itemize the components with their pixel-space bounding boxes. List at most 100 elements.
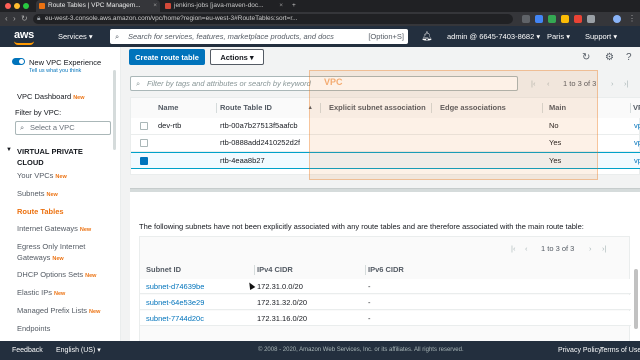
account-menu[interactable]: admin @ 6645-7403-8682 ▾: [447, 26, 540, 47]
back-icon[interactable]: ‹: [5, 12, 8, 26]
next-page-icon[interactable]: ›: [589, 241, 592, 256]
filter-by-vpc-label: Filter by VPC:: [15, 108, 62, 117]
sidebar-item-label: VPC Dashboard: [17, 92, 72, 101]
url-field[interactable]: 🔒︎ eu-west-3.console.aws.amazon.com/vpc/…: [33, 14, 513, 24]
section-heading-vpc[interactable]: VIRTUAL PRIVATE CLOUD: [17, 146, 97, 168]
cell-ipv4-cidr: 172.31.0.0/20: [257, 282, 303, 291]
privacy-policy-link[interactable]: Privacy Policy: [558, 341, 602, 360]
table-row: subnet-d74639be 172.31.0.0/20 -: [140, 279, 631, 294]
sidebar-item-vpc-dashboard[interactable]: VPC Dashboard New: [17, 92, 85, 101]
star-icon[interactable]: [522, 15, 530, 23]
terms-of-use-link[interactable]: Terms of Use: [600, 341, 640, 360]
cell-subnet-id-link[interactable]: subnet-d74639be: [146, 279, 204, 295]
new-vpc-experience-toggle[interactable]: [12, 58, 25, 65]
url-text: eu-west-3.console.aws.amazon.com/vpc/hom…: [45, 15, 298, 22]
region-menu[interactable]: Paris ▾: [547, 26, 570, 47]
tab-title: Route Tables | VPC Managem...: [48, 2, 141, 9]
new-badge: New: [46, 192, 58, 198]
sidebar-item-label: Subnets: [17, 189, 45, 198]
next-page-icon[interactable]: ›: [611, 76, 614, 91]
language-menu[interactable]: English (US) ▾: [56, 341, 101, 360]
close-tab-icon[interactable]: ×: [279, 0, 283, 12]
jenkins-favicon-icon: [165, 3, 171, 9]
cell-subnet-id-link[interactable]: subnet-7744d20c: [146, 311, 204, 327]
sidebar-item-route-tables[interactable]: Route Tables: [17, 207, 64, 216]
create-route-table-button[interactable]: Create route table: [129, 49, 205, 65]
lock-icon: 🔒︎: [37, 15, 41, 22]
tab-title: jenkins-jobs [java-maven-doc...: [174, 2, 264, 9]
first-page-icon[interactable]: |‹: [511, 241, 515, 256]
reload-icon[interactable]: ↻: [21, 12, 28, 26]
services-menu[interactable]: Services ▾: [58, 26, 93, 47]
search-placeholder: Search for services, features, marketpla…: [128, 32, 334, 41]
sidebar-scrollbar[interactable]: [113, 70, 116, 150]
maximize-window-icon[interactable]: [23, 3, 29, 9]
refresh-icon[interactable]: ↻: [582, 52, 590, 63]
column-header-ipv4-cidr[interactable]: IPv4 CIDR: [257, 261, 368, 279]
sidebar-item-managed-prefix-lists[interactable]: Managed Prefix Lists New: [17, 306, 100, 315]
sidebar-item-elastic-ips[interactable]: Elastic IPs New: [17, 288, 65, 297]
forward-icon[interactable]: ›: [13, 12, 16, 26]
extension-icon[interactable]: [535, 15, 543, 23]
extension-icon[interactable]: [587, 15, 595, 23]
main-scrollbar[interactable]: [634, 269, 638, 329]
minimize-window-icon[interactable]: [14, 3, 20, 9]
account-label: admin @ 6645-7403-8682: [447, 32, 535, 41]
browser-address-bar: ‹ › ↻ 🔒︎ eu-west-3.console.aws.amazon.co…: [0, 12, 640, 26]
last-page-icon[interactable]: ›|: [602, 241, 606, 256]
feedback-link[interactable]: Tell us what you think: [29, 68, 81, 74]
cell-vpc-link[interactable]: vp: [634, 118, 640, 134]
header-label: Route Table ID: [220, 103, 272, 112]
aws-logo-text: aws: [14, 29, 34, 41]
notifications-bell-icon[interactable]: 🔔︎: [421, 26, 432, 47]
previous-page-icon[interactable]: ‹: [525, 241, 528, 256]
sidebar-item-endpoints[interactable]: Endpoints: [17, 324, 50, 333]
collapse-section-icon[interactable]: ▼: [6, 147, 12, 153]
sidebar-item-internet-gateways[interactable]: Internet Gateways New: [17, 224, 91, 233]
column-header-ipv6-cidr[interactable]: IPv6 CIDR: [368, 261, 479, 279]
close-window-icon[interactable]: [5, 3, 11, 9]
cell-vpc-link[interactable]: vp: [634, 135, 640, 151]
new-badge: New: [55, 174, 67, 180]
sidebar-item-egress-only-internet-gateways[interactable]: Egress Only Internet Gateways New: [17, 241, 107, 265]
help-icon[interactable]: ?: [626, 52, 632, 63]
sidebar-item-subnets[interactable]: Subnets New: [17, 189, 58, 198]
browser-menu-icon[interactable]: ⋮: [628, 12, 636, 26]
aws-favicon-icon: [39, 3, 45, 9]
region-label: Paris: [547, 32, 565, 41]
row-checkbox[interactable]: [140, 122, 148, 130]
row-checkbox-checked[interactable]: [140, 157, 148, 165]
header-label: VP: [633, 103, 640, 112]
header-label: Name: [158, 103, 179, 112]
support-menu[interactable]: Support ▾: [585, 26, 617, 47]
actions-dropdown-button[interactable]: Actions ▾: [210, 49, 264, 65]
profile-avatar[interactable]: [613, 15, 621, 23]
extension-icon[interactable]: [548, 15, 556, 23]
new-tab-icon[interactable]: +: [290, 0, 302, 12]
sidebar-item-dhcp-options-sets[interactable]: DHCP Options Sets New: [17, 270, 96, 279]
cell-route-table-id: rtb-00a7b27513f5aafcb: [220, 121, 298, 130]
feedback-link[interactable]: Feedback: [12, 341, 43, 360]
last-page-icon[interactable]: ›|: [624, 76, 628, 91]
close-tab-icon[interactable]: ×: [153, 0, 157, 12]
main-content: Create route table Actions ▾ ↻ ⚙ ? ⌕ Fil…: [121, 47, 640, 341]
column-header-name[interactable]: Name: [155, 98, 217, 118]
search-icon: ⌕: [20, 123, 25, 132]
browser-tab-route-tables[interactable]: Route Tables | VPC Managem... ×: [36, 0, 160, 12]
global-search-input[interactable]: ⌕ Search for services, features, marketp…: [110, 29, 408, 44]
cell-subnet-id-link[interactable]: subnet-64e53e29: [146, 295, 204, 311]
column-header-subnet-id[interactable]: Subnet ID: [146, 261, 257, 279]
aws-logo[interactable]: aws: [14, 29, 34, 45]
settings-gear-icon[interactable]: ⚙: [605, 52, 614, 63]
column-header-route-table-id[interactable]: Route Table ID ▲: [217, 98, 321, 118]
extension-icon[interactable]: [561, 15, 569, 23]
sidebar-item-your-vpcs[interactable]: Your VPCs New: [17, 171, 67, 180]
aws-smile-icon: [14, 41, 34, 45]
row-checkbox[interactable]: [140, 139, 148, 147]
extension-icon[interactable]: [574, 15, 582, 23]
browser-tab-jenkins[interactable]: jenkins-jobs [java-maven-doc... ×: [162, 0, 286, 12]
cell-vpc-link[interactable]: vp: [634, 153, 640, 169]
vpc-select-input[interactable]: ⌕ Select a VPC: [15, 121, 111, 135]
column-header-vpc[interactable]: VP: [631, 98, 640, 118]
new-vpc-experience-label: New VPC Experience: [29, 58, 102, 67]
